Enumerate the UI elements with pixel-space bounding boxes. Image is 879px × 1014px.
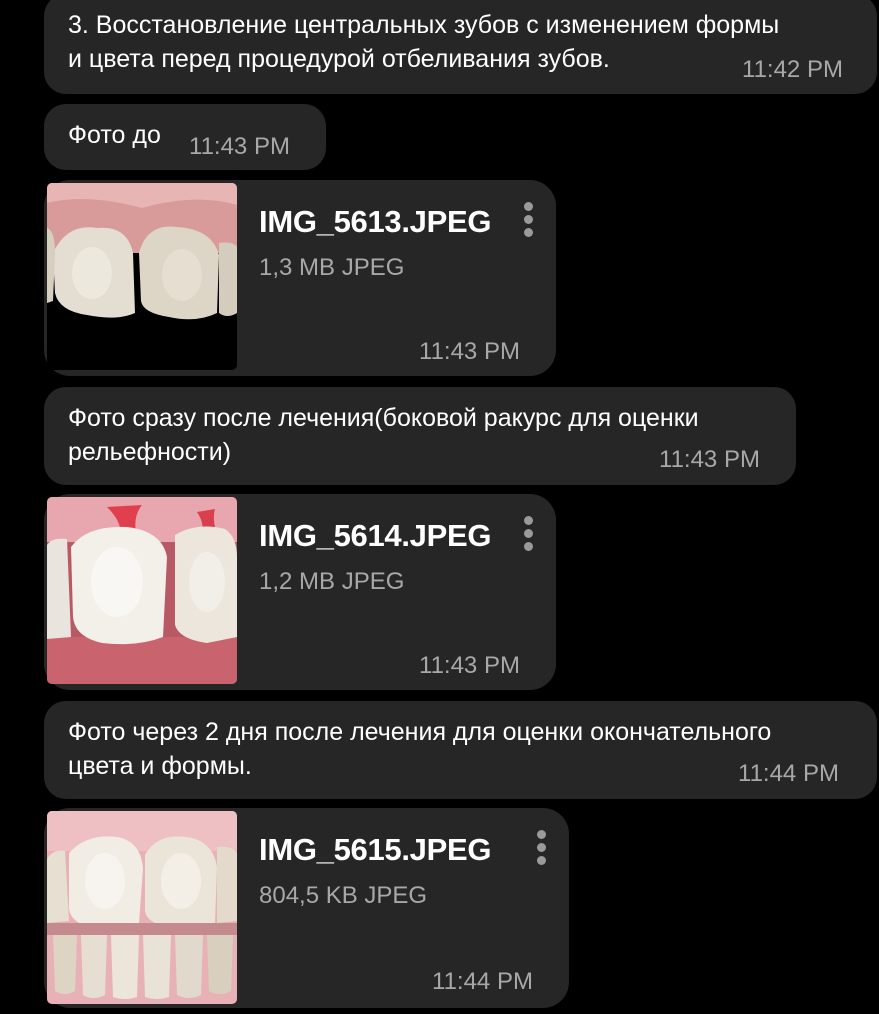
message-time: 11:44 PM — [738, 760, 839, 787]
file-meta: 1,3 MB JPEG — [259, 254, 405, 281]
file-meta: 804,5 KB JPEG — [259, 882, 428, 909]
message-bubble[interactable]: Фото через 2 дня после лечения для оценк… — [44, 701, 877, 799]
more-options-icon[interactable] — [520, 202, 536, 242]
message-time: 11:42 PM — [742, 56, 843, 83]
message-time: 11:43 PM — [659, 446, 760, 473]
message-bubble[interactable]: Фото сразу после лечения(боковой ракурс … — [44, 387, 796, 485]
message-time: 11:43 PM — [419, 338, 520, 365]
file-name: IMG_5613.JPEG — [259, 204, 492, 239]
message-time: 11:43 PM — [419, 652, 520, 679]
image-thumbnail[interactable] — [47, 811, 237, 1004]
teeth-before-photo-icon — [47, 183, 237, 370]
message-time: 11:43 PM — [189, 133, 290, 160]
file-meta: 1,2 MB JPEG — [259, 568, 405, 595]
file-name: IMG_5614.JPEG — [259, 518, 492, 553]
file-attachment[interactable]: IMG_5613.JPEG 1,3 MB JPEG 11:43 PM — [44, 180, 556, 376]
teeth-after-side-photo-icon — [47, 497, 237, 684]
file-name: IMG_5615.JPEG — [259, 832, 492, 867]
chat-thread: 3. Восстановление центральных зубов с из… — [0, 0, 879, 1014]
message-bubble[interactable]: 3. Восстановление центральных зубов с из… — [44, 0, 877, 94]
message-bubble[interactable]: Фото до 11:43 PM — [44, 104, 326, 170]
image-thumbnail[interactable] — [47, 497, 237, 684]
message-time: 11:44 PM — [432, 968, 533, 995]
more-options-icon[interactable] — [520, 516, 536, 556]
message-text: Фото до — [68, 121, 161, 149]
image-thumbnail[interactable] — [47, 183, 237, 370]
file-attachment[interactable]: IMG_5614.JPEG 1,2 MB JPEG 11:43 PM — [44, 494, 556, 690]
more-options-icon[interactable] — [533, 830, 549, 870]
teeth-final-photo-icon — [47, 811, 237, 1004]
file-attachment[interactable]: IMG_5615.JPEG 804,5 KB JPEG 11:44 PM — [44, 808, 569, 1008]
